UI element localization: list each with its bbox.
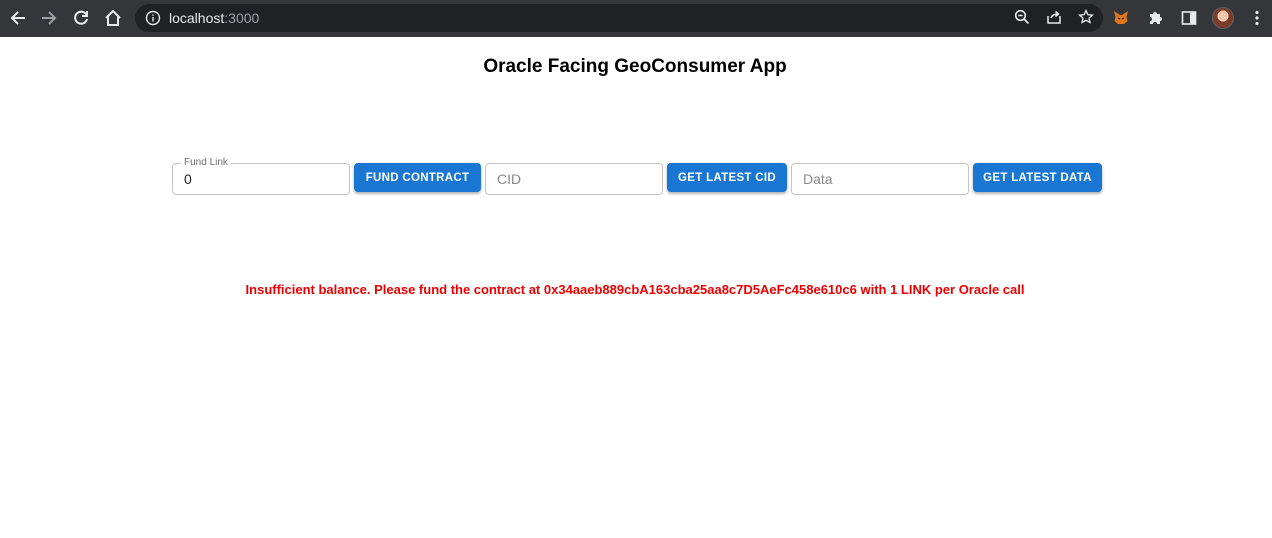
get-latest-data-button[interactable]: GET LATEST DATA: [973, 163, 1102, 192]
fox-icon: [1114, 11, 1128, 24]
url-host: localhost: [169, 10, 225, 26]
side-panel-icon: [1181, 11, 1197, 25]
cid-field[interactable]: [485, 163, 663, 195]
puzzle-icon: [1150, 12, 1162, 24]
info-icon[interactable]: [145, 10, 161, 26]
address-bar-actions: [1013, 8, 1095, 26]
browser-toolbar: localhost:3000: [0, 0, 1272, 37]
metamask-extension-button[interactable]: [1110, 7, 1132, 29]
arrow-right-icon: [42, 11, 57, 25]
fund-link-field[interactable]: Fund Link: [172, 157, 350, 195]
reload-button[interactable]: [65, 3, 97, 33]
data-input[interactable]: [792, 164, 968, 194]
cid-input[interactable]: [486, 164, 662, 194]
url-port: :3000: [224, 10, 260, 26]
kebab-menu-icon: [1255, 10, 1259, 26]
get-latest-cid-button[interactable]: GET LATEST CID: [667, 163, 787, 192]
browser-menu-button[interactable]: [1246, 7, 1268, 29]
star-icon: [1078, 9, 1094, 24]
zoom-button[interactable]: [1013, 8, 1031, 26]
bookmark-button[interactable]: [1077, 8, 1095, 26]
extensions-area: [1110, 4, 1268, 32]
error-message: Insufficient balance. Please fund the co…: [245, 282, 1025, 297]
forward-button[interactable]: [33, 3, 65, 33]
share-button[interactable]: [1045, 8, 1063, 26]
address-bar[interactable]: localhost:3000: [135, 4, 1103, 32]
profile-avatar[interactable]: [1212, 7, 1234, 29]
extensions-button[interactable]: [1144, 7, 1166, 29]
arrow-left-icon: [10, 11, 25, 25]
home-button[interactable]: [97, 3, 129, 33]
data-field[interactable]: [791, 163, 969, 195]
fund-contract-button[interactable]: FUND CONTRACT: [354, 163, 481, 192]
home-icon: [105, 9, 121, 26]
fund-link-label: Fund Link: [181, 157, 231, 169]
zoom-icon: [1014, 9, 1030, 25]
side-panel-button[interactable]: [1178, 7, 1200, 29]
reload-icon: [74, 10, 88, 25]
share-icon: [1047, 10, 1061, 24]
page-title: Oracle Facing GeoConsumer App: [483, 56, 787, 77]
back-button[interactable]: [2, 3, 34, 33]
